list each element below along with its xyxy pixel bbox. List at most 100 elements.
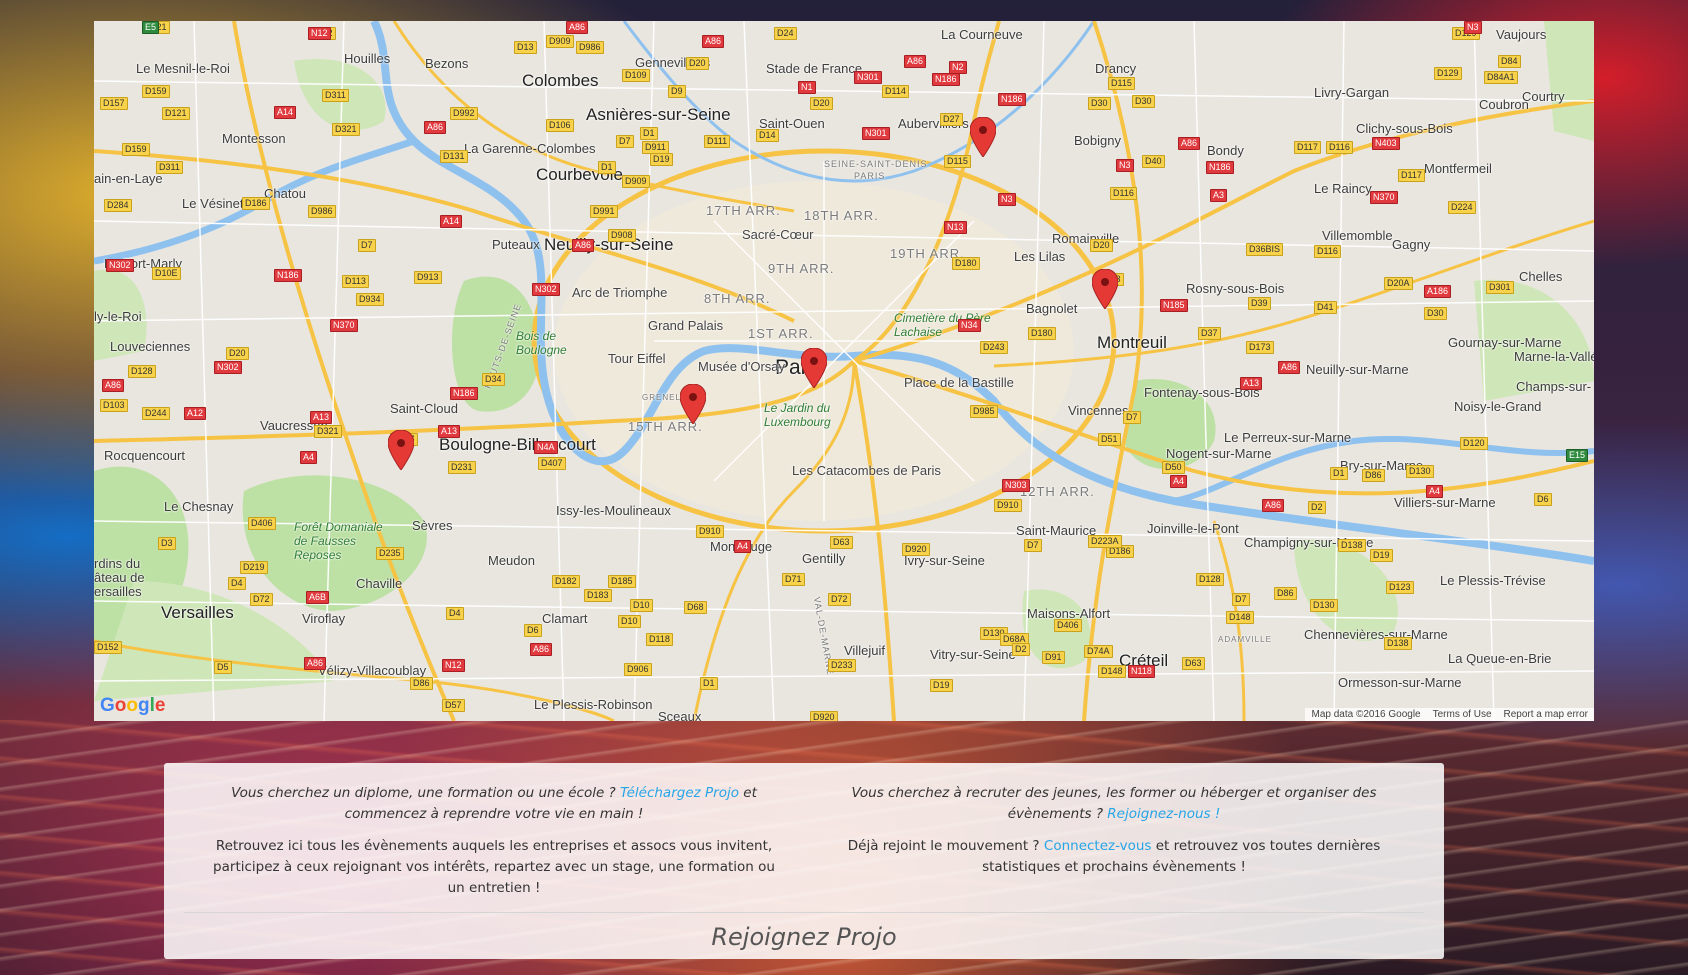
road-shield: D103 <box>100 399 128 412</box>
label-le-raincy: Le Raincy <box>1314 181 1372 196</box>
label-boulogne: Boulogne-Billancourt <box>439 435 596 454</box>
road-shield: D13 <box>514 41 537 54</box>
road-shield: D7 <box>1232 593 1250 606</box>
google-logo-letter: G <box>100 695 115 716</box>
road-shield: D117 <box>1398 169 1425 182</box>
label-montfermeil: Montfermeil <box>1424 161 1492 176</box>
label-jardin-luxembourg: Le Jardin du Luxembourg <box>764 401 831 429</box>
road-shield: D2 <box>1012 643 1030 656</box>
label-place-bastille: Place de la Bastille <box>904 375 1014 390</box>
road-shield: D19 <box>930 679 953 692</box>
label-arc-de-triomphe: Arc de Triomphe <box>572 285 668 300</box>
road-shield: D115 <box>944 155 971 168</box>
road-shield: D159 <box>142 85 170 98</box>
road-shield: D20 <box>686 57 709 70</box>
event-marker-boulogne[interactable] <box>388 430 414 470</box>
label-marne-la-vallee: Marne-la-Vallée <box>1514 349 1594 364</box>
event-marker-bagnolet[interactable] <box>1092 269 1118 309</box>
road-shield: D6 <box>524 624 542 637</box>
download-projo-link[interactable]: Téléchargez Projo <box>620 785 739 801</box>
road-shield: D3 <box>158 537 176 550</box>
road-shield: N1 <box>798 81 816 94</box>
road-shield: A86 <box>424 121 447 134</box>
road-shield: D5 <box>214 661 232 674</box>
road-shield: N4A <box>534 441 558 454</box>
road-shield: D27 <box>940 113 963 126</box>
join-us-link[interactable]: Rejoignez-nous ! <box>1107 806 1220 822</box>
report-map-error-link[interactable]: Report a map error <box>1504 709 1588 720</box>
login-link[interactable]: Connectez-vous <box>1044 838 1152 854</box>
road-shield: D68 <box>684 601 707 614</box>
label-seine-st-denis: SEINE-SAINT-DENIS <box>824 159 928 169</box>
road-shield: N301 <box>854 71 882 84</box>
event-marker-15th[interactable] <box>680 384 706 424</box>
road-shield: A86 <box>904 55 927 68</box>
event-marker-paris-centre[interactable] <box>801 348 827 388</box>
label-montreuil: Montreuil <box>1097 333 1167 352</box>
label-bondy: Bondy <box>1207 143 1244 158</box>
label-gournay: Gournay-sur-Marne <box>1448 335 1562 350</box>
road-shield: D906 <box>624 663 652 676</box>
road-shield: D159 <box>122 143 150 156</box>
road-shield: D130 <box>1310 599 1338 612</box>
label-grand-palais: Grand Palais <box>648 318 724 333</box>
label-clichy-sous-bois: Clichy-sous-Bois <box>1356 121 1453 136</box>
road-shield: E5 <box>142 21 160 34</box>
road-shield: N370 <box>330 319 358 332</box>
label-velizy: Vélizy-Villacoublay <box>318 663 427 678</box>
terms-of-use-link[interactable]: Terms of Use <box>1433 709 1492 720</box>
join-projo-button[interactable]: Rejoignez Projo <box>184 923 1424 951</box>
road-shield: D106 <box>546 119 574 132</box>
road-shield: D182 <box>552 575 580 588</box>
label-louveciennes: Louveciennes <box>110 339 191 354</box>
road-shield: D114 <box>882 85 909 98</box>
road-shield: D131 <box>440 150 468 163</box>
road-shield: N302 <box>214 361 242 374</box>
road-shield: D406 <box>1054 619 1082 632</box>
road-shield: A86 <box>304 657 327 670</box>
label-issy: Issy-les-Moulineaux <box>556 503 671 518</box>
info-columns: Vous cherchez un diplome, une formation … <box>184 783 1424 910</box>
road-shield: D991 <box>590 205 618 218</box>
road-shield: A14 <box>274 106 297 119</box>
road-shield: D231 <box>448 461 476 474</box>
label-chennevieres: Chennevières-sur-Marne <box>1304 627 1448 642</box>
label-la-courneuve: La Courneuve <box>941 27 1023 42</box>
road-shield: D34 <box>482 373 505 386</box>
road-shield: D235 <box>376 547 404 560</box>
label-ly-le-roi: ly-le-Roi <box>94 309 142 324</box>
label-chaville: Chaville <box>356 576 403 591</box>
map-view[interactable]: Paris Boulogne-Billancourt Versailles Mo… <box>94 21 1594 721</box>
road-shield: N186 <box>274 269 302 282</box>
road-shield: D86 <box>410 677 433 690</box>
label-arr-18: 18TH ARR. <box>804 208 879 223</box>
road-shield: D10 <box>630 599 653 612</box>
label-drancy: Drancy <box>1095 61 1137 76</box>
road-shield: D6 <box>1534 493 1552 506</box>
label-arr-12: 12TH ARR. <box>1020 484 1095 499</box>
road-shield: D14 <box>756 129 779 142</box>
google-logo[interactable]: Google <box>100 695 165 717</box>
label-vincennes: Vincennes <box>1068 403 1129 418</box>
event-marker-aubervilliers[interactable] <box>970 117 996 157</box>
road-shield: N186 <box>932 73 960 86</box>
students-intro: Vous cherchez un diplome, une formation … <box>208 783 780 825</box>
road-shield: A86 <box>566 21 589 34</box>
road-shield: D4 <box>446 607 464 620</box>
companies-column: Vous cherchez à recruter des jeunes, les… <box>804 783 1424 910</box>
label-gentilly: Gentilly <box>802 551 846 566</box>
road-shield: D57 <box>442 699 465 712</box>
google-logo-letter: e <box>154 695 166 716</box>
road-shield: N3 <box>1464 21 1482 34</box>
road-shield: D910 <box>994 499 1022 512</box>
road-shield: D321 <box>332 123 360 136</box>
road-shield: D41 <box>1314 301 1337 314</box>
road-shield: D7 <box>616 135 634 148</box>
road-shield: D86 <box>1274 587 1297 600</box>
road-shield: D30 <box>1088 97 1111 110</box>
road-shield: A186 <box>1424 285 1452 298</box>
label-jardins-du: rdins du <box>94 556 141 571</box>
label-teau-de: âteau de <box>94 570 145 585</box>
road-shield: D118 <box>646 633 673 646</box>
label-sceaux: Sceaux <box>658 709 702 721</box>
